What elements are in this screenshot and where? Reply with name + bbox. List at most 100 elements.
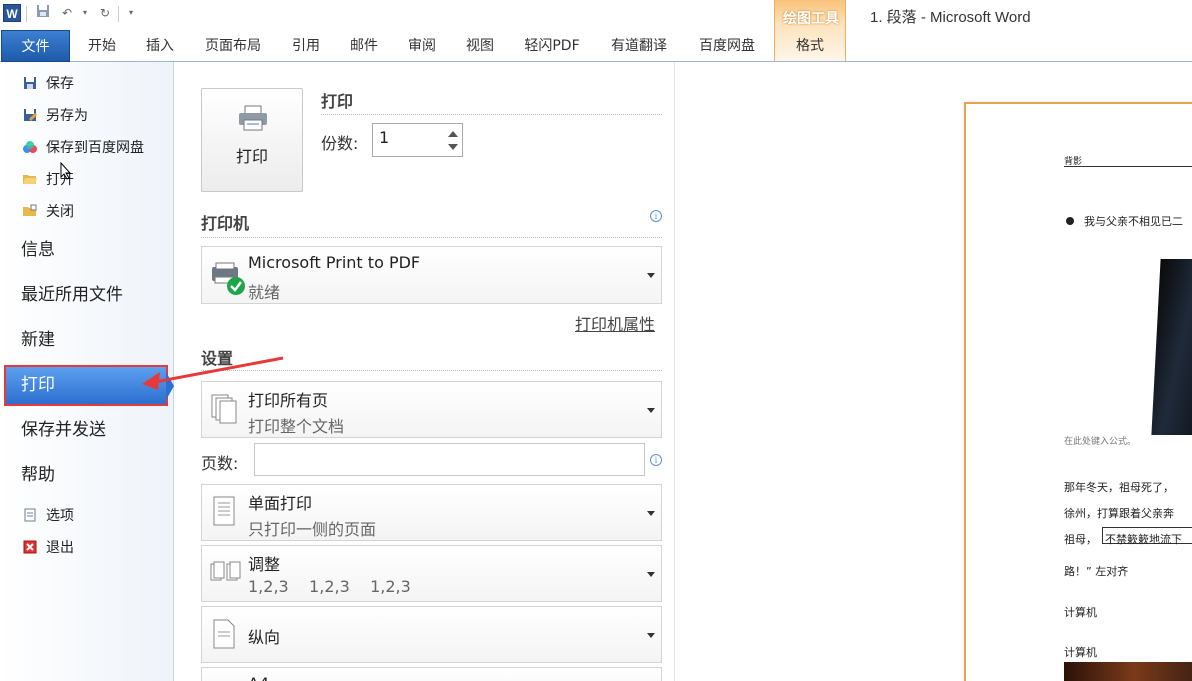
divider (201, 370, 662, 371)
printer-heading: 打印机 (201, 214, 250, 233)
backstage-nav: 保存 另存为 保存到百度网盘 打开 关闭 信息 最近所用文件 新建 打印 保存并… (0, 62, 174, 681)
tab-view[interactable]: 视图 (456, 30, 504, 62)
nav-save-as[interactable]: 另存为 (22, 105, 88, 127)
print-heading: 打印 (321, 92, 354, 111)
divider (201, 237, 662, 238)
paper-size-title: A4 (248, 674, 269, 681)
baidu-cloud-icon (22, 139, 38, 155)
equation-placeholder: 在此处键入公式。 (1064, 437, 1137, 447)
spin-down-icon[interactable] (448, 144, 458, 150)
tab-references[interactable]: 引用 (282, 30, 330, 62)
window-title: 1. 段落 - Microsoft Word (870, 9, 1031, 26)
tab-insert[interactable]: 插入 (136, 30, 184, 62)
nav-info[interactable]: 信息 (21, 235, 55, 265)
preview-line: 计算机 (1064, 606, 1097, 619)
header-rule (1064, 166, 1192, 167)
collated-icon (210, 561, 241, 581)
chevron-down-icon (647, 572, 655, 577)
preview-bullet-line: 我与父亲不相见已二 (1084, 215, 1183, 228)
info-icon[interactable]: i (650, 210, 662, 222)
nav-save-to-baidu-label: 保存到百度网盘 (46, 140, 144, 156)
nav-print-label: 打印 (21, 375, 55, 395)
nav-print[interactable]: 打印 (4, 365, 168, 406)
preview-photo-2 (1064, 662, 1192, 681)
nav-save-as-label: 另存为 (46, 108, 88, 124)
exit-icon (22, 539, 38, 555)
tab-review[interactable]: 审阅 (398, 30, 446, 62)
undo-dropdown-icon[interactable]: ▾ (76, 4, 94, 22)
nav-help[interactable]: 帮助 (21, 460, 55, 490)
preview-paragraph-line: 徐州，打算跟着父亲奔 (1064, 507, 1174, 520)
tab-page-layout[interactable]: 页面布局 (194, 30, 272, 62)
chevron-down-icon (647, 511, 655, 516)
paper-size-dropdown[interactable]: A4 (201, 667, 662, 681)
all-pages-icon (211, 394, 237, 424)
nav-save[interactable]: 保存 (22, 73, 74, 95)
orientation-dropdown[interactable]: 纵向 (201, 606, 662, 663)
nav-save-and-send[interactable]: 保存并发送 (21, 415, 106, 445)
nav-active-pointer (166, 372, 174, 400)
sides-dropdown[interactable]: 单面打印 只打印一侧的页面 (201, 484, 662, 541)
tab-mailings[interactable]: 邮件 (340, 30, 388, 62)
print-button[interactable]: 打印 (201, 88, 303, 192)
tab-home[interactable]: 开始 (78, 30, 126, 62)
nav-new[interactable]: 新建 (21, 325, 55, 355)
save-icon (22, 75, 38, 91)
tab-baidu-netdisk[interactable]: 百度网盘 (688, 30, 766, 62)
save-as-icon (22, 107, 38, 123)
nav-options[interactable]: 选项 (22, 505, 74, 527)
settings-heading: 设置 (201, 349, 234, 368)
one-sided-icon (213, 496, 235, 526)
print-range-dropdown[interactable]: 打印所有页 打印整个文档 (201, 381, 662, 438)
sides-title: 单面打印 (248, 494, 313, 513)
orientation-title: 纵向 (248, 628, 281, 647)
collate-dropdown[interactable]: 调整 1,2,3 1,2,3 1,2,3 (201, 545, 662, 602)
portrait-icon (213, 619, 235, 649)
tab-format[interactable]: 格式 (774, 30, 846, 62)
chevron-down-icon (647, 408, 655, 413)
close-folder-icon (22, 203, 38, 219)
pages-label: 页数: (201, 454, 239, 473)
spin-up-icon[interactable] (448, 131, 458, 137)
printer-ready-icon (212, 262, 245, 295)
preview-paragraph-line: 那年冬天，祖母死了， (1064, 481, 1174, 494)
nav-close[interactable]: 关闭 (22, 201, 74, 223)
tab-youdao-translate[interactable]: 有道翻译 (600, 30, 678, 62)
print-range-sub: 打印整个文档 (248, 417, 345, 436)
info-icon[interactable]: i (650, 454, 662, 466)
collate-title: 调整 (248, 555, 281, 574)
ribbon-tabs: 文件 开始 插入 页面布局 引用 邮件 审阅 视图 轻闪PDF 有道翻译 百度网… (0, 30, 1192, 62)
customize-qat-icon[interactable]: ▾ (122, 4, 140, 22)
nav-exit[interactable]: 退出 (22, 537, 74, 559)
undo-icon[interactable]: ↶ (58, 4, 76, 22)
printer-name: Microsoft Print to PDF (248, 253, 421, 272)
printer-icon (239, 105, 267, 131)
copies-label: 份数: (321, 134, 359, 153)
redo-icon[interactable]: ↻ (96, 4, 114, 22)
printer-properties-link[interactable]: 打印机属性 (575, 311, 655, 335)
printer-dropdown[interactable]: Microsoft Print to PDF 就绪 (201, 246, 662, 304)
chevron-down-icon (647, 273, 655, 278)
nav-save-label: 保存 (46, 76, 74, 92)
copies-spinner[interactable]: 1 (372, 123, 463, 157)
tab-qingshan-pdf[interactable]: 轻闪PDF (514, 30, 590, 62)
print-range-title: 打印所有页 (248, 391, 329, 410)
chevron-down-icon (647, 633, 655, 638)
nav-recent[interactable]: 最近所用文件 (21, 280, 123, 310)
options-icon (22, 507, 38, 523)
mouse-cursor-icon (60, 162, 72, 180)
bullet (1066, 217, 1074, 225)
preview-line: 计算机 (1064, 646, 1097, 659)
open-folder-icon (22, 171, 38, 187)
qat-separator (26, 6, 27, 22)
save-icon[interactable] (34, 4, 52, 22)
nav-save-to-baidu[interactable]: 保存到百度网盘 (22, 137, 144, 159)
print-settings-pane: 打印 打印 份数: 1 打印机 i Microsoft Print to PDF… (175, 62, 675, 681)
nav-close-label: 关闭 (46, 204, 74, 220)
nav-options-label: 选项 (46, 508, 74, 524)
tab-file[interactable]: 文件 (1, 30, 70, 62)
title-bar: W ↶ ▾ ↻ ▾ 绘图工具 1. 段落 - Microsoft Word (0, 0, 1192, 62)
preview-photo (1151, 259, 1192, 435)
word-app-icon[interactable]: W (3, 4, 21, 22)
pages-input[interactable] (254, 443, 645, 476)
